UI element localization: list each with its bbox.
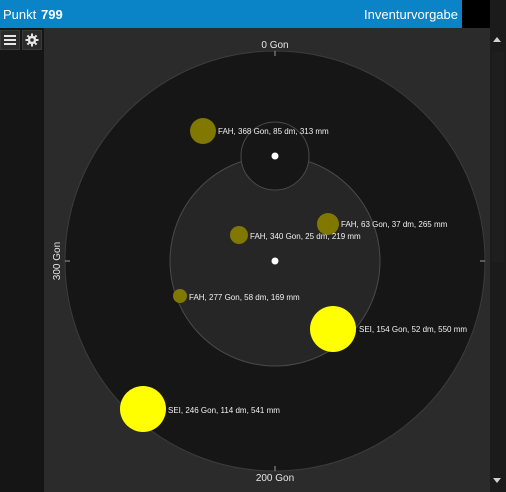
left-toolbar [0,28,44,492]
object-marker[interactable] [190,118,216,144]
menu-button[interactable] [0,30,20,50]
hamburger-menu-icon [4,35,16,45]
station-marker [271,152,279,160]
point-label: Punkt [3,7,37,22]
scroll-up-arrow-icon[interactable] [493,37,501,42]
object-marker[interactable] [120,386,166,432]
axis-label-bottom: 200 Gon [256,473,294,484]
settings-button[interactable] [22,30,42,50]
point-number[interactable]: 799 [41,7,63,22]
object-label: FAH, 63 Gon, 37 dm, 265 mm [341,220,448,229]
object-label: FAH, 368 Gon, 85 dm, 313 mm [218,127,329,136]
object-label: SEI, 246 Gon, 114 dm, 541 mm [168,406,280,415]
scroll-down-arrow-icon[interactable] [493,478,501,483]
object-label: SEI, 154 Gon, 52 dm, 550 mm [359,325,467,334]
gear-icon [25,33,39,47]
axis-label-left: 300 Gon [52,242,63,280]
top-right-strip [490,0,506,28]
vertical-scrollbar[interactable] [490,28,506,492]
top-bar: Punkt 799 Inventurvorgabe [0,0,490,29]
object-marker[interactable] [230,226,248,244]
mode-label[interactable]: Inventurvorgabe [364,7,458,22]
axis-label-top: 0 Gon [261,40,288,51]
polar-plot[interactable]: 0 Gon 200 Gon 300 Gon FAH, 368 Gon, 85 d… [44,28,490,492]
object-marker[interactable] [173,289,187,303]
object-label: FAH, 340 Gon, 25 dm, 219 mm [250,232,361,241]
center-marker [271,257,279,265]
object-label: FAH, 277 Gon, 58 dm, 169 mm [189,293,300,302]
scroll-thumb[interactable] [492,52,504,262]
object-marker[interactable] [310,306,356,352]
polar-plot-area[interactable]: 0 Gon 200 Gon 300 Gon FAH, 368 Gon, 85 d… [44,28,490,492]
corner-block [462,0,490,28]
